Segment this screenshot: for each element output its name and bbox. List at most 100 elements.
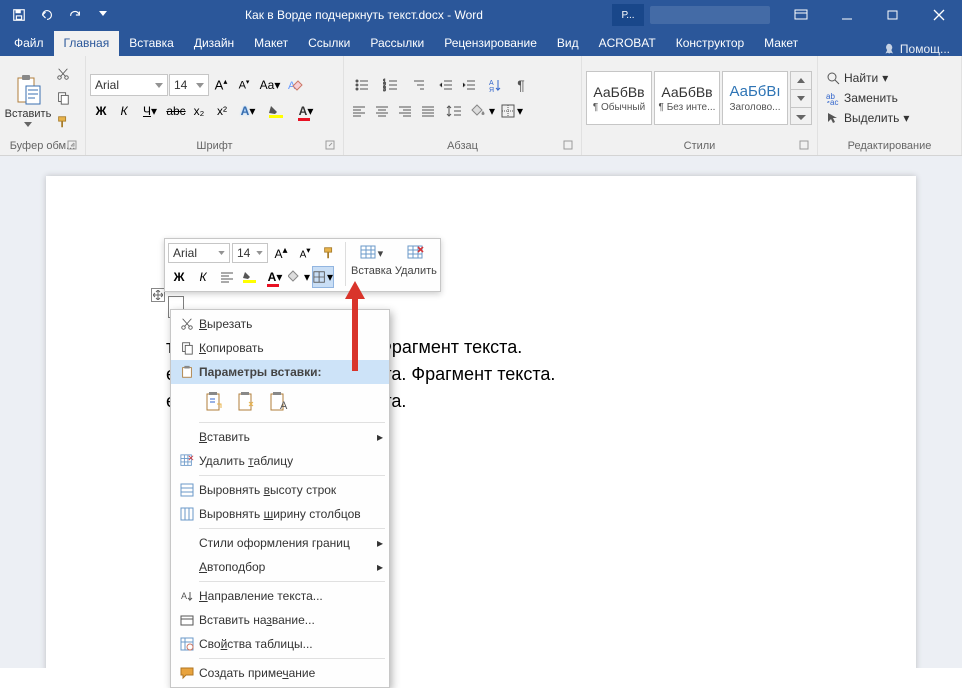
mini-insert-group[interactable]: ▾ Вставка bbox=[351, 242, 392, 288]
replace-button[interactable]: abacЗаменить bbox=[822, 89, 913, 107]
ctx-insert-caption[interactable]: Вставить название... bbox=[171, 608, 389, 632]
format-painter-button[interactable] bbox=[52, 111, 74, 133]
styles-scroll-down[interactable] bbox=[790, 89, 812, 107]
tab-view[interactable]: Вид bbox=[547, 31, 589, 56]
ctx-text-direction[interactable]: АНаправление текста... bbox=[171, 584, 389, 608]
mini-delete-group[interactable]: Удалить bbox=[395, 242, 437, 288]
shrink-font-button[interactable]: A▾ bbox=[233, 74, 255, 96]
mini-shading[interactable]: ▾ bbox=[288, 266, 310, 288]
show-marks-button[interactable]: ¶ bbox=[510, 74, 532, 96]
mini-grow-font[interactable]: A▴ bbox=[270, 242, 292, 264]
cut-button[interactable] bbox=[52, 63, 74, 85]
mini-bold[interactable]: Ж bbox=[168, 266, 190, 288]
close-button[interactable] bbox=[916, 0, 962, 30]
clipboard-launcher[interactable] bbox=[67, 140, 79, 152]
align-right-button[interactable] bbox=[394, 100, 416, 122]
document-area[interactable]: текста. Фрагмент текста. Фрагмент текста… bbox=[0, 156, 962, 668]
decrease-indent-button[interactable] bbox=[435, 74, 457, 96]
style-heading1[interactable]: АаБбВıЗаголово... bbox=[722, 71, 788, 125]
select-button[interactable]: Выделить ▾ bbox=[822, 109, 913, 127]
styles-scroll-up[interactable] bbox=[790, 71, 812, 89]
ctx-distribute-rows[interactable]: Выровнять высоту строк bbox=[171, 478, 389, 502]
ctx-cut[interactable]: Вырезать bbox=[171, 312, 389, 336]
save-button[interactable] bbox=[6, 2, 32, 28]
styles-launcher[interactable] bbox=[799, 140, 811, 152]
shading-button[interactable]: ▾ bbox=[469, 100, 497, 122]
ctx-copy[interactable]: Копировать bbox=[171, 336, 389, 360]
justify-button[interactable] bbox=[417, 100, 439, 122]
maximize-button[interactable] bbox=[870, 0, 916, 30]
highlight-button[interactable] bbox=[263, 100, 291, 122]
underline-button[interactable]: Ч▾ bbox=[136, 100, 164, 122]
align-left-button[interactable] bbox=[348, 100, 370, 122]
font-color-button[interactable]: A▾ bbox=[292, 100, 320, 122]
clear-formatting-button[interactable]: A bbox=[285, 74, 307, 96]
mini-highlight[interactable] bbox=[240, 266, 262, 288]
mini-font-combo[interactable]: Arial bbox=[168, 243, 230, 263]
superscript-button[interactable]: x² bbox=[211, 100, 233, 122]
grow-font-button[interactable]: A▴ bbox=[210, 74, 232, 96]
paste-button[interactable]: Вставить bbox=[4, 70, 52, 127]
paste-merge-formatting[interactable] bbox=[233, 388, 261, 416]
paste-text-only[interactable]: A bbox=[265, 388, 293, 416]
tab-home[interactable]: Главная bbox=[54, 31, 120, 56]
tab-table-design[interactable]: Конструктор bbox=[666, 31, 754, 56]
font-launcher[interactable] bbox=[325, 140, 337, 152]
align-center-button[interactable] bbox=[371, 100, 393, 122]
qat-customize-button[interactable] bbox=[90, 2, 116, 28]
mini-size-combo[interactable]: 14 bbox=[232, 243, 268, 263]
subscript-button[interactable]: x₂ bbox=[188, 100, 210, 122]
tab-layout[interactable]: Макет bbox=[244, 31, 298, 56]
tab-references[interactable]: Ссылки bbox=[298, 31, 360, 56]
ctx-new-comment[interactable]: Создать примечание bbox=[171, 661, 389, 685]
mini-italic[interactable]: К bbox=[192, 266, 214, 288]
mini-align[interactable] bbox=[216, 266, 238, 288]
style-no-spacing[interactable]: АаБбВв¶ Без инте... bbox=[654, 71, 720, 125]
ctx-delete-table[interactable]: Удалить таблицу bbox=[171, 449, 389, 473]
redo-button[interactable] bbox=[62, 2, 88, 28]
font-name-combo[interactable]: Arial bbox=[90, 74, 168, 96]
increase-indent-button[interactable] bbox=[458, 74, 480, 96]
paste-keep-formatting[interactable] bbox=[201, 388, 229, 416]
ctx-autofit[interactable]: Автоподбор▸ bbox=[171, 555, 389, 579]
tell-me-box[interactable]: Помощ... bbox=[884, 42, 962, 56]
copy-button[interactable] bbox=[52, 87, 74, 109]
font-size-combo[interactable]: 14 bbox=[169, 74, 209, 96]
mini-borders[interactable]: ▾ bbox=[312, 266, 334, 288]
tab-insert[interactable]: Вставка bbox=[119, 31, 184, 56]
text-effects-button[interactable]: A▾ bbox=[234, 100, 262, 122]
table-move-handle-icon[interactable] bbox=[151, 288, 165, 302]
strikethrough-button[interactable]: abc bbox=[165, 100, 187, 122]
borders-button[interactable]: ▾ bbox=[498, 100, 526, 122]
multilevel-list-button[interactable] bbox=[406, 74, 434, 96]
bullets-button[interactable] bbox=[348, 74, 376, 96]
mini-shrink-font[interactable]: A▾ bbox=[294, 242, 316, 264]
bold-button[interactable]: Ж bbox=[90, 100, 112, 122]
tab-design[interactable]: Дизайн bbox=[184, 31, 244, 56]
mini-format-painter[interactable] bbox=[318, 242, 340, 264]
tab-acrobat[interactable]: ACROBAT bbox=[589, 31, 666, 56]
minimize-button[interactable] bbox=[824, 0, 870, 30]
tab-review[interactable]: Рецензирование bbox=[434, 31, 547, 56]
find-button[interactable]: Найти ▾ bbox=[822, 69, 913, 87]
ctx-border-styles[interactable]: Стили оформления границ▸ bbox=[171, 531, 389, 555]
undo-button[interactable] bbox=[34, 2, 60, 28]
change-case-button[interactable]: Aa▾ bbox=[256, 74, 284, 96]
ctx-insert[interactable]: Вставить▸ bbox=[171, 425, 389, 449]
account-button[interactable]: Р... bbox=[612, 4, 644, 26]
mini-font-color[interactable]: A▾ bbox=[264, 266, 286, 288]
numbering-button[interactable]: 123 bbox=[377, 74, 405, 96]
svg-text:А: А bbox=[181, 591, 187, 601]
ctx-distribute-cols[interactable]: Выровнять ширину столбцов bbox=[171, 502, 389, 526]
tab-table-layout[interactable]: Макет bbox=[754, 31, 808, 56]
style-normal[interactable]: АаБбВв¶ Обычный bbox=[586, 71, 652, 125]
sort-button[interactable]: AЯ bbox=[481, 74, 509, 96]
tab-file[interactable]: Файл bbox=[4, 31, 54, 56]
paragraph-launcher[interactable] bbox=[563, 140, 575, 152]
ribbon-display-options-button[interactable] bbox=[778, 0, 824, 30]
italic-button[interactable]: К bbox=[113, 100, 135, 122]
styles-expand[interactable] bbox=[790, 107, 812, 125]
tab-mailings[interactable]: Рассылки bbox=[360, 31, 434, 56]
line-spacing-button[interactable] bbox=[440, 100, 468, 122]
ctx-table-properties[interactable]: Свойства таблицы... bbox=[171, 632, 389, 656]
